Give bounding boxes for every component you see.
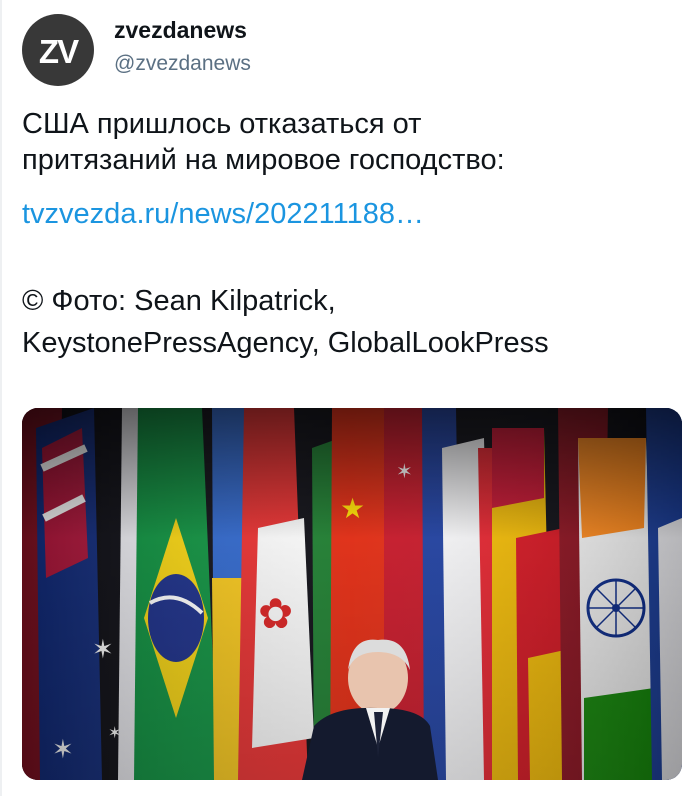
tweet-photo[interactable]: ✶ ✶ ✶ ✿ ★ ✶ <box>22 408 682 780</box>
author-display-name[interactable]: zvezdanews <box>114 16 247 44</box>
photo-credit: © Фото: Sean Kilpatrick, KeystonePressAg… <box>22 280 682 364</box>
tweet-link[interactable]: tvzvezda.ru/news/202211188… <box>22 196 424 232</box>
tweet-card[interactable]: ZV zvezdanews @zvezdanews США пришлось о… <box>0 0 698 796</box>
tweet-text-line: притязаний на мировое господство: <box>22 144 505 176</box>
author-handle[interactable]: @zvezdanews <box>114 51 251 77</box>
photo-credit-line: KeystonePressAgency, GlobalLookPress <box>22 327 549 359</box>
flags-photo-illustration: ✶ ✶ ✶ ✿ ★ ✶ <box>22 408 682 780</box>
photo-credit-line: © Фото: Sean Kilpatrick, <box>22 285 336 317</box>
avatar[interactable]: ZV <box>22 14 94 86</box>
tweet-text: США пришлось отказаться от притязаний на… <box>22 106 682 178</box>
divider <box>0 0 2 796</box>
tweet-text-line: США пришлось отказаться от <box>22 108 422 140</box>
zv-logo-icon: ZV <box>38 32 79 70</box>
